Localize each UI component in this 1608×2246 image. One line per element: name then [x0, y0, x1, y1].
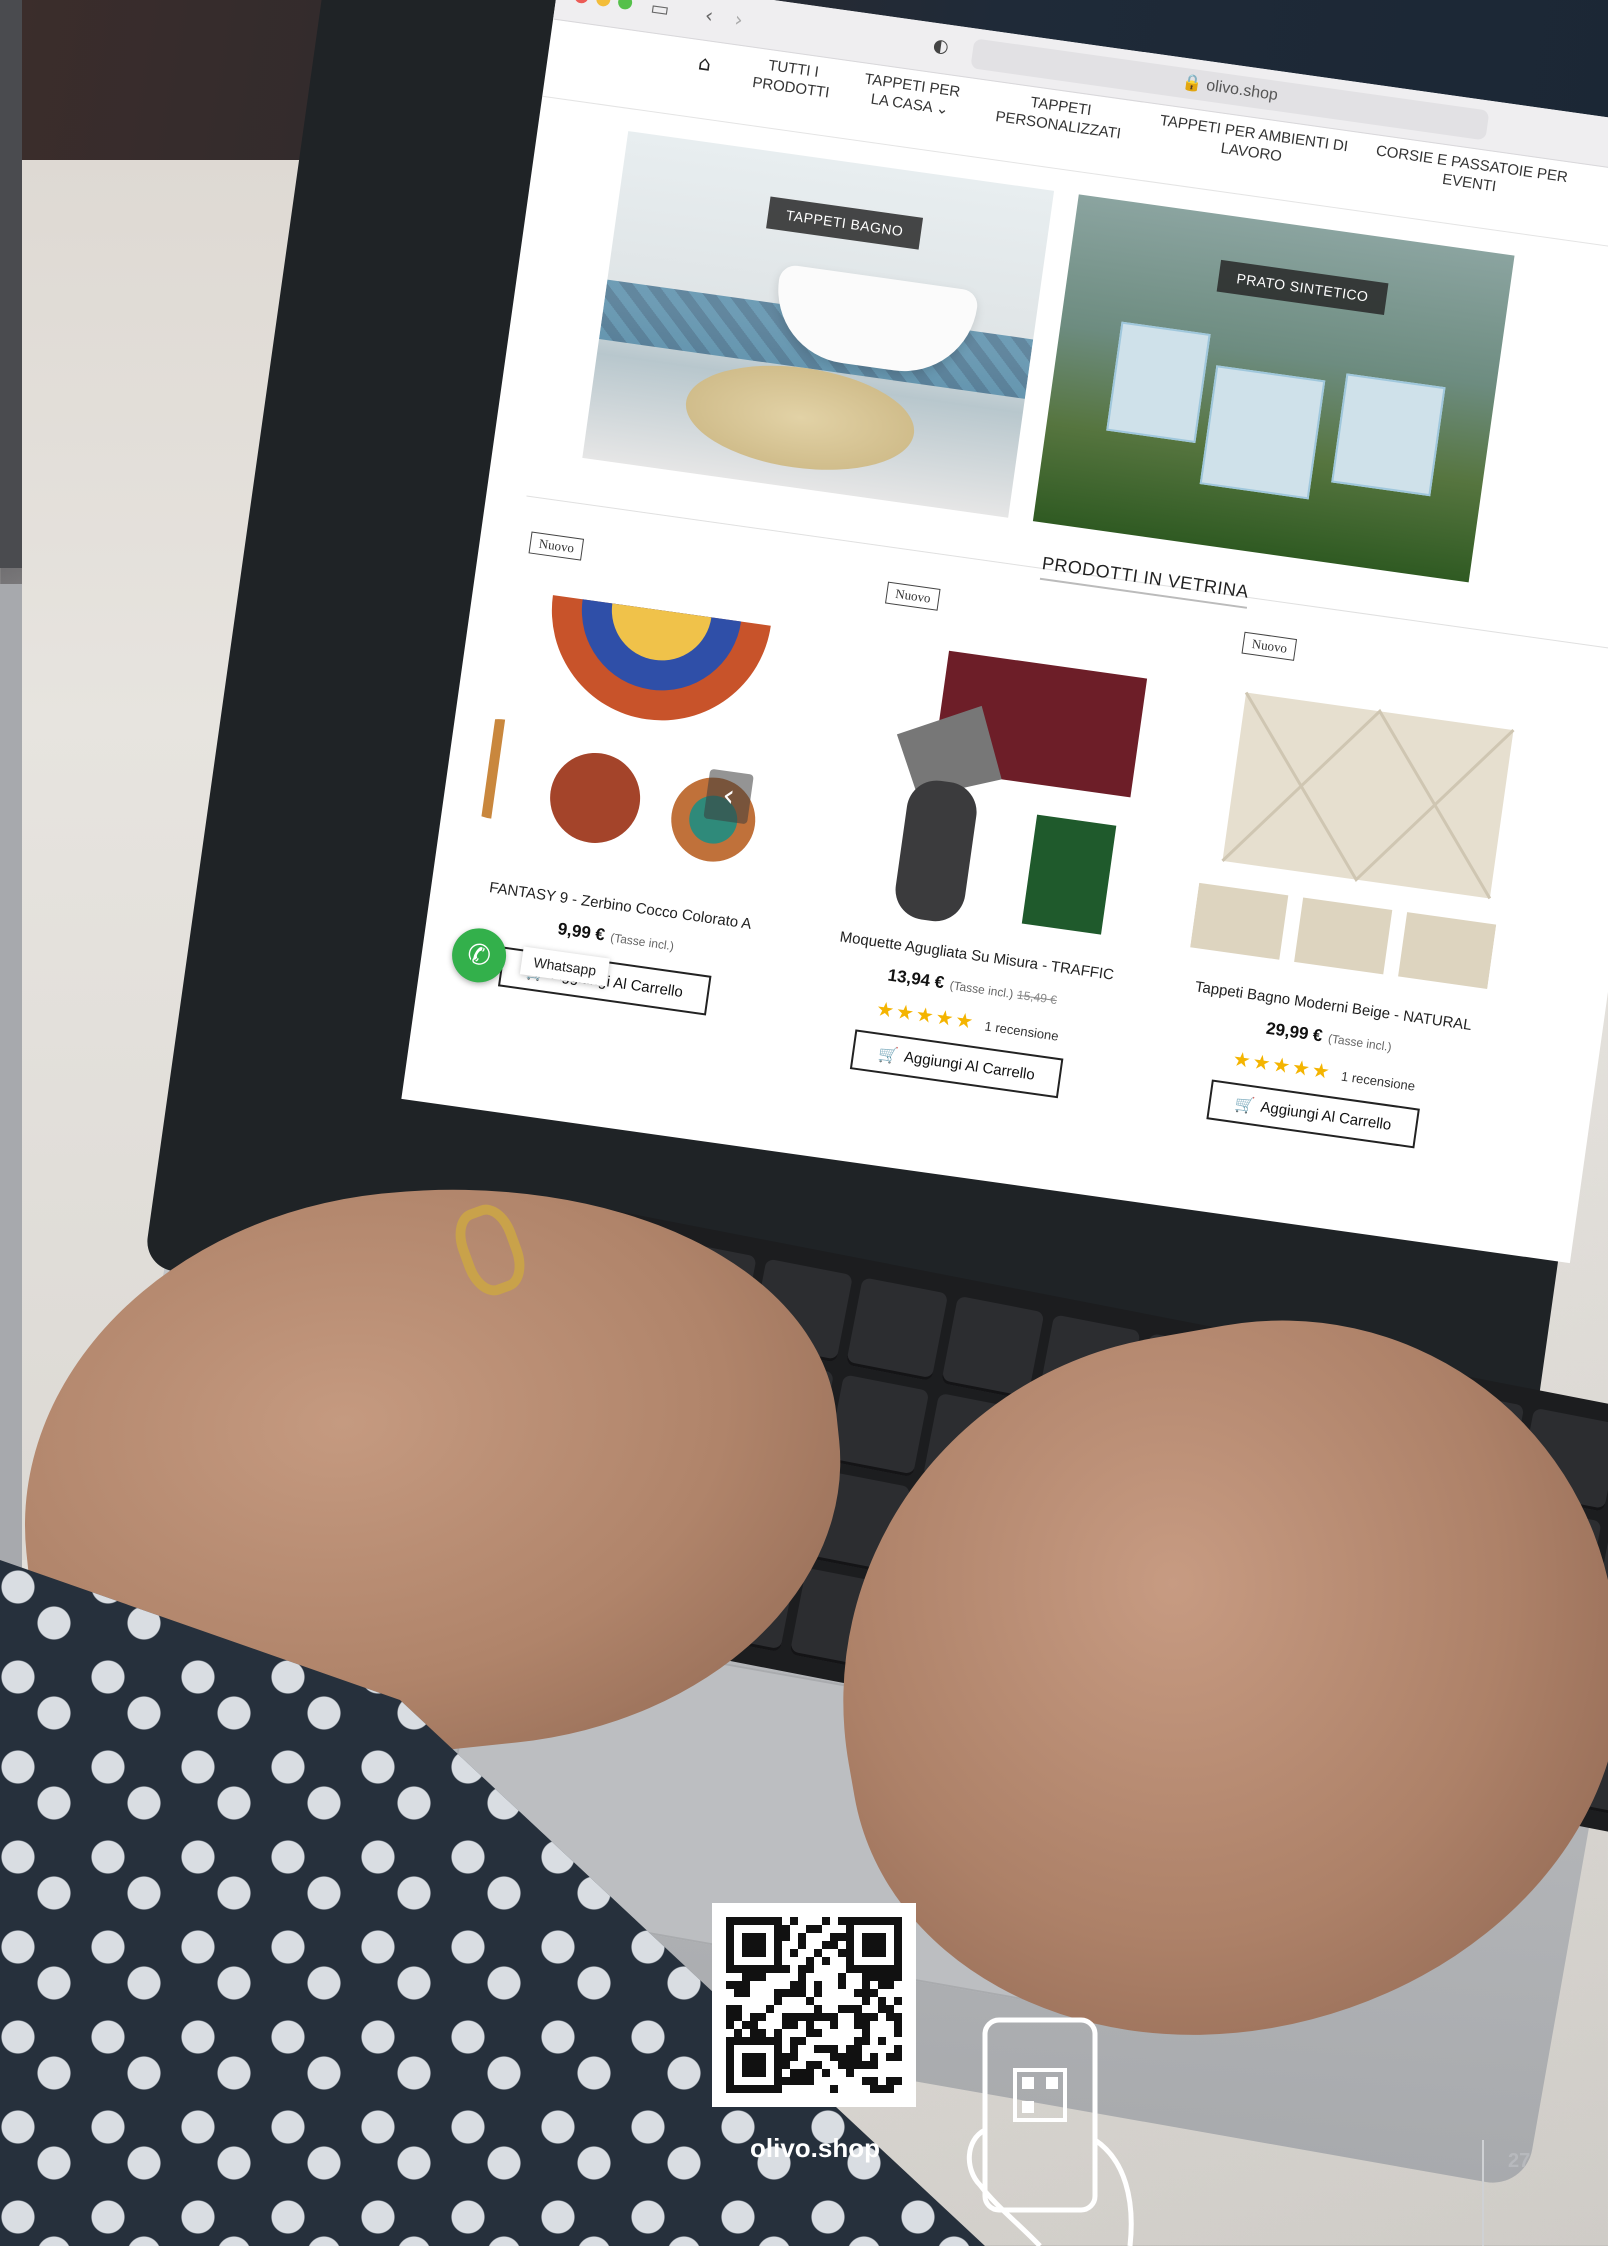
add-to-cart-label: Aggiungi Al Carrello: [903, 1048, 1036, 1084]
old-price: 15,49 €: [1016, 987, 1058, 1008]
product-price: 29,99 €: [1264, 1018, 1324, 1046]
banner-label: TAPPETI BAGNO: [766, 196, 924, 250]
laptop-screen: ▭ ‹ › ◐ 🔒 olivo.shop ⌂ TUTTI I PRODOTTI …: [401, 0, 1608, 1264]
nav-item-tappeti-casa[interactable]: TAPPETI PER LA CASA ⌄: [854, 69, 968, 122]
forward-arrow-icon[interactable]: ›: [733, 7, 744, 32]
tax-note: (Tasse incl.): [609, 930, 675, 954]
product-card: Nuovo FANTASY 9 - Zerbino Cocco Colorato…: [449, 530, 818, 1087]
keyboard-key: [826, 1373, 930, 1478]
page-number: 27: [1508, 2150, 1531, 2172]
maximize-window-button[interactable]: [617, 0, 634, 11]
gift-box: [1331, 373, 1446, 497]
review-count[interactable]: 1 recensione: [984, 1018, 1060, 1043]
new-badge: Nuovo: [885, 581, 941, 611]
product-price: 13,94 €: [886, 965, 946, 993]
star-rating-icon: ★★★★★: [874, 996, 977, 1034]
gift-box: [1199, 365, 1326, 500]
back-arrow-icon[interactable]: ‹: [704, 3, 715, 28]
product-price: 9,99 €: [556, 919, 607, 945]
gift-box: [1106, 321, 1211, 444]
sidebar-toggle-icon[interactable]: ▭: [649, 0, 671, 22]
carpet-product-image[interactable]: [831, 620, 1170, 959]
privacy-shield-icon[interactable]: ◐: [932, 35, 950, 58]
nav-item-tutti-prodotti[interactable]: TUTTI I PRODOTTI: [745, 53, 839, 103]
carousel-prev-button[interactable]: ‹: [703, 768, 754, 825]
bath-mat-product-image[interactable]: [1187, 670, 1526, 1009]
minimize-window-button[interactable]: [595, 0, 612, 8]
new-badge: Nuovo: [1241, 631, 1298, 661]
page-number-rule: [1482, 2140, 1484, 2246]
banner-prato-sintetico[interactable]: PRATO SINTETICO: [1032, 194, 1515, 583]
qr-code[interactable]: [712, 1903, 916, 2107]
close-window-button[interactable]: [573, 0, 590, 5]
cart-icon: 🛒: [1233, 1093, 1257, 1116]
review-count[interactable]: 1 recensione: [1340, 1069, 1416, 1094]
tax-note: (Tasse incl.): [1327, 1031, 1393, 1055]
page-edge-tab-dark: [0, 0, 22, 568]
section-title: PRODOTTI IN VETRINA: [1039, 552, 1251, 609]
star-rating-icon: ★★★★★: [1231, 1046, 1334, 1085]
keyboard-key: [845, 1277, 949, 1381]
product-card: Nuovo Moquette Agugliata Su Misura - TRA…: [806, 580, 1175, 1137]
add-to-cart-label: Aggiungi Al Carrello: [1259, 1098, 1393, 1134]
tax-note: (Tasse incl.): [948, 978, 1015, 1001]
cart-icon: 🛒: [877, 1043, 900, 1066]
product-card: Nuovo Tappeti Bagno Moderni Beige - NATU…: [1162, 630, 1531, 1187]
banner-tappeti-bagno[interactable]: TAPPETI BAGNO: [582, 131, 1055, 518]
qr-caption: olivo.shop: [750, 2133, 880, 2163]
doormat-product-image[interactable]: [474, 570, 813, 909]
home-icon[interactable]: ⌂: [697, 50, 713, 76]
phone-scan-icon: [966, 2017, 1134, 2246]
banner-label: PRATO SINTETICO: [1216, 259, 1389, 316]
new-badge: Nuovo: [528, 531, 585, 561]
qr-code-pattern: [726, 1917, 902, 2093]
lock-icon: 🔒: [1181, 73, 1204, 94]
address-bar-url: olivo.shop: [1205, 77, 1279, 105]
